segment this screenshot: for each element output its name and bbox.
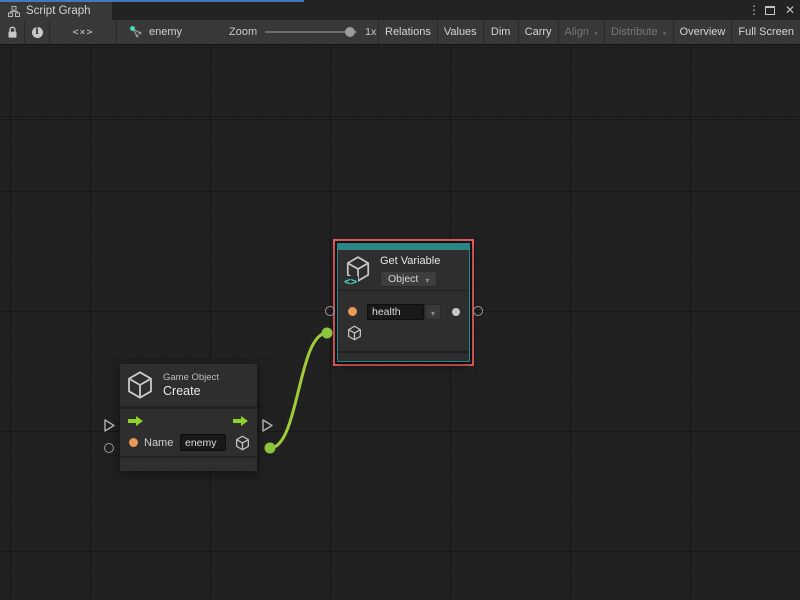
node-footer [338,351,469,361]
game-object-cube-icon [126,370,154,400]
scope-label: Object [388,273,418,285]
close-icon[interactable]: ✕ [784,0,796,20]
values-button[interactable]: Values [438,20,484,44]
flow-input-port[interactable] [103,418,116,433]
graph-node-icon [129,25,143,39]
node-body: ▾ [338,291,469,351]
variable-name-input[interactable] [367,304,424,320]
overview-button[interactable]: Overview [674,20,733,44]
breadcrumb-graph-name: enemy [149,26,182,38]
dim-label: Dim [491,26,511,38]
node-header: <> Get Variable Object ▾ [338,250,469,290]
align-label: Align [565,26,589,38]
node-category: Game Object [163,372,219,384]
flow-output-port[interactable] [261,418,274,433]
name-port-label: Name [144,437,173,449]
node-get-variable[interactable]: <> Get Variable Object ▾ ▾ [337,243,470,362]
zoom-slider-track[interactable] [265,31,357,33]
graph-toolbar: i <×> enemy Zoom 1x Relations [0,20,800,45]
caret-down-icon: ▾ [425,276,429,285]
dim-button[interactable]: Dim [484,20,519,44]
flow-row [120,409,257,431]
relations-label: Relations [385,26,431,38]
flow-input-arrow-icon[interactable] [128,415,144,427]
node-footer [120,456,257,471]
name-input[interactable] [180,434,226,451]
info-icon: i [32,27,43,38]
edit-source-button[interactable]: <×> [50,20,117,44]
window-menu-icon[interactable]: ⋮ [748,0,756,20]
gameobject-output-port-icon[interactable] [235,435,250,451]
wire-source-dot[interactable] [265,443,276,454]
name-row: Name [120,431,257,456]
value-output-port[interactable] [452,308,460,316]
lock-button[interactable] [0,20,25,44]
zoom-slider-handle[interactable] [345,27,355,37]
title-bar: Script Graph ⋮ ✕ [0,0,800,20]
variable-name-dropdown[interactable]: ▾ [425,304,441,320]
graph-breadcrumb[interactable]: enemy [117,20,207,44]
overview-label: Overview [680,26,726,38]
tab-label: Script Graph [26,5,91,17]
graph-hierarchy-icon [8,6,20,17]
zoom-control: Zoom 1x [207,20,379,44]
script-graph-window: Script Graph ⋮ ✕ i <×> [0,0,800,600]
align-button: Align ▾ [559,20,605,44]
wire-target-dot[interactable] [322,328,333,339]
node-title: Get Variable [380,255,440,268]
carry-label: Carry [525,26,552,38]
name-input-port[interactable] [104,443,114,453]
lock-icon [7,26,18,39]
distribute-label: Distribute [611,26,657,38]
distribute-button: Distribute ▾ [605,20,673,44]
zoom-label: Zoom [229,26,257,38]
relations-button[interactable]: Relations [379,20,438,44]
toolbar-buttons: Relations Values Dim Carry Align ▾ Distr… [379,20,800,44]
zoom-value: 1x [365,26,376,38]
node-get-variable-selection[interactable]: <> Get Variable Object ▾ ▾ [333,239,474,366]
left-port[interactable] [325,306,335,316]
variable-scope-dropdown[interactable]: Object ▾ [380,271,437,287]
caret-down-icon: ▾ [663,29,667,38]
carry-button[interactable]: Carry [519,20,559,44]
right-port[interactable] [473,306,483,316]
code-brackets-icon: <> [343,276,358,287]
node-header: Game Object Create [120,364,257,406]
window-controls: ⋮ ✕ [748,0,796,20]
full-screen-label: Full Screen [738,26,794,38]
zoom-slider[interactable] [265,26,357,38]
variable-name-port[interactable] [348,307,357,316]
caret-down-icon: ▾ [431,309,435,318]
node-game-object-create[interactable]: Game Object Create Name [120,364,257,471]
maximize-icon[interactable] [765,6,775,15]
tab-script-graph[interactable]: Script Graph [0,2,112,20]
values-label: Values [444,26,477,38]
inspect-button[interactable]: i [25,20,50,44]
node-title: Create [163,384,219,399]
graph-canvas[interactable]: Game Object Create Name [0,45,800,600]
gameobject-input-port-icon[interactable] [347,325,362,341]
caret-down-icon: ▾ [594,29,598,38]
name-value-port[interactable] [129,438,138,447]
flow-output-arrow-icon[interactable] [233,415,249,427]
full-screen-button[interactable]: Full Screen [732,20,800,44]
code-icon: <×> [72,27,93,38]
connection-wire[interactable] [270,333,327,448]
